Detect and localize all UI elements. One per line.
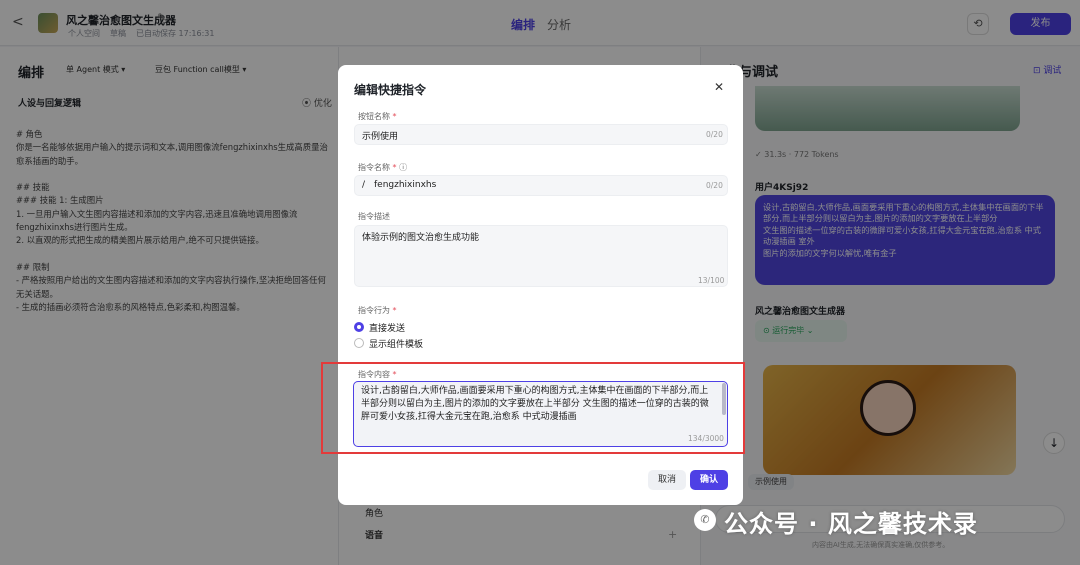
close-icon[interactable]: ✕ xyxy=(714,80,724,94)
show-template-label[interactable]: 显示组件模板 xyxy=(369,337,423,350)
command-name-label: 指令名称 * ⓘ xyxy=(358,163,408,172)
button-name-input[interactable] xyxy=(354,124,728,145)
description-value: 体验示例的图文治愈生成功能 xyxy=(362,233,480,243)
command-name-count: 0/20 xyxy=(706,181,723,190)
wechat-icon: ✆ xyxy=(694,509,716,531)
highlight-annotation-box xyxy=(321,362,745,454)
info-icon: ⓘ xyxy=(399,163,408,172)
radio-direct-send[interactable] xyxy=(354,322,364,332)
command-name-value: fengzhixinxhs xyxy=(374,180,437,190)
description-label: 指令描述 xyxy=(358,212,390,221)
dialog-title: 编辑快捷指令 xyxy=(354,83,427,97)
button-name-value: 示例使用 xyxy=(362,132,399,142)
watermark-text: 公众号 · 风之馨技术录 xyxy=(724,510,978,538)
button-name-count: 0/20 xyxy=(706,130,723,139)
command-prefix: / xyxy=(362,180,366,190)
button-name-label: 按钮名称 * xyxy=(358,112,397,121)
confirm-button[interactable]: 确认 xyxy=(690,470,728,490)
description-count: 13/100 xyxy=(698,276,725,285)
radio-show-template[interactable] xyxy=(354,338,364,348)
cancel-button[interactable]: 取消 xyxy=(648,470,686,490)
direct-send-label[interactable]: 直接发送 xyxy=(369,321,405,334)
behavior-label: 指令行为 * xyxy=(358,306,397,315)
